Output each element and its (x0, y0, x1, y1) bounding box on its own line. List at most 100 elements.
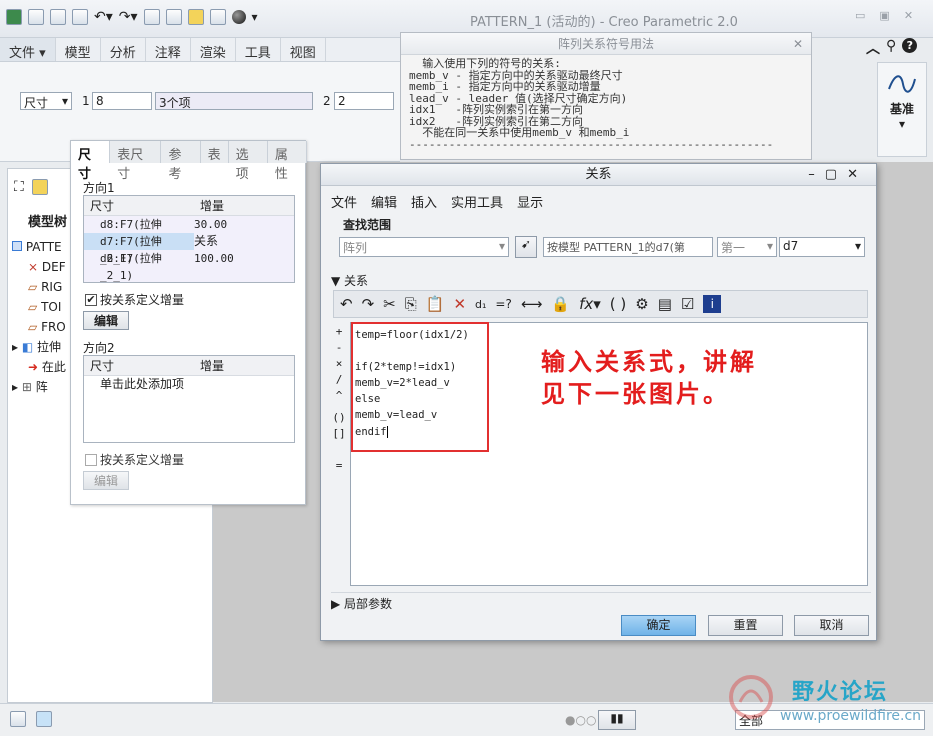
delete-icon[interactable]: ✕ (453, 295, 466, 313)
nth-select[interactable]: 第一 ▾ (717, 237, 777, 257)
tab-options[interactable]: 选项 (229, 141, 268, 182)
maximize-icon[interactable]: ▢ (825, 167, 847, 182)
model-tree-toggle-icon[interactable] (10, 711, 26, 727)
datum-group[interactable]: 基准 ▾ (877, 62, 927, 157)
save-icon[interactable] (72, 9, 88, 25)
direction2-table[interactable]: 尺寸 增量 单击此处添加项 (83, 355, 295, 443)
table-row[interactable]: d8:F7(拉伸_2_1)30.00 (84, 216, 294, 248)
tree-item-top-plane[interactable]: ▱ TOI (12, 297, 66, 317)
parameters-icon[interactable]: ( ) (610, 295, 626, 313)
model-select[interactable]: 按模型 PATTERN_1的d7(第 (543, 237, 713, 257)
copy-icon[interactable]: ⎘ (405, 295, 417, 313)
evaluate-icon[interactable]: =? (495, 297, 511, 311)
menu-render[interactable]: 渲染 (191, 38, 236, 61)
tree-item-root[interactable]: PATTE (12, 237, 66, 257)
tree-item-pattern[interactable]: ▸ ⊞ 阵 (12, 377, 66, 397)
close-icon[interactable]: ✕ (793, 33, 803, 55)
menu-model[interactable]: 模型 (56, 38, 101, 61)
tab-properties[interactable]: 属性 (268, 141, 308, 182)
redo-icon[interactable]: ↷ (362, 295, 375, 313)
measure-icon[interactable] (209, 9, 226, 25)
regenerate-icon[interactable] (143, 9, 160, 25)
menu-annotate[interactable]: 注释 (146, 38, 191, 61)
ok-button[interactable]: 确定 (621, 615, 696, 636)
direction1-items-field[interactable]: 3个项 (155, 92, 313, 110)
minimize-icon[interactable]: – (808, 167, 825, 182)
appearance-icon[interactable] (231, 10, 246, 24)
verify-icon[interactable]: ☑ (681, 295, 694, 313)
cut-icon[interactable]: ✂ (383, 295, 396, 313)
reset-button[interactable]: 重置 (708, 615, 783, 636)
sort-icon[interactable]: ▤ (658, 295, 672, 313)
close-icon[interactable]: ✕ (904, 9, 913, 22)
selection-filter-icon[interactable]: ▮▮ (598, 710, 636, 730)
customize-icon[interactable]: ▾ (252, 10, 258, 24)
tab-tables[interactable]: 表 (201, 141, 229, 163)
switch-dimension-icon[interactable]: d₁ (475, 298, 486, 311)
tree-item-insert-here[interactable]: ➜ 在此 (12, 357, 66, 377)
tree-item-right-plane[interactable]: ▱ RIG (12, 277, 66, 297)
tree-item-csys[interactable]: ⨯ DEF (12, 257, 66, 277)
plus-button[interactable]: + (329, 324, 349, 340)
edit-button[interactable]: 编辑 (83, 311, 129, 330)
function-icon[interactable]: fx▾ (579, 295, 601, 313)
brackets-button[interactable]: [] (329, 426, 349, 442)
tab-table-dimensions[interactable]: 表尺寸 (110, 141, 162, 182)
maximize-icon[interactable]: ▣ (879, 9, 889, 22)
settings-icon[interactable]: ⚙ (635, 295, 648, 313)
tab-dimensions[interactable]: 尺寸 (71, 141, 111, 182)
direction2-count-input[interactable]: 2 (334, 92, 394, 110)
add-item-placeholder[interactable]: 单击此处添加项 (84, 376, 294, 393)
multiply-button[interactable]: × (329, 356, 349, 372)
menu-analysis[interactable]: 分析 (101, 38, 146, 61)
local-parameters-section[interactable]: ▶ 局部参数 (331, 592, 871, 611)
menu-file[interactable]: 文件 ▾ (0, 38, 56, 61)
scope-select[interactable]: 阵列 ▾ (339, 237, 509, 257)
windows-icon[interactable] (165, 9, 182, 25)
model-tree-label[interactable]: 模型树 (28, 211, 67, 230)
dlg-menu-file[interactable]: 文件 (331, 192, 357, 211)
dir1-relation-checkbox[interactable]: ✔ 按关系定义增量 (85, 291, 184, 308)
dlg-menu-utilities[interactable]: 实用工具 (451, 192, 503, 211)
app-icon[interactable] (6, 9, 22, 25)
units-icon[interactable]: ⟷ (521, 295, 543, 313)
divide-button[interactable]: / (329, 372, 349, 388)
browser-toggle-icon[interactable] (36, 711, 52, 727)
tree-item-front-plane[interactable]: ▱ FRO (12, 317, 66, 337)
tree-item-extrude[interactable]: ▸ ◧ 拉伸 (12, 337, 66, 357)
folder-browser-icon[interactable] (31, 179, 48, 195)
info-icon[interactable]: i (703, 295, 722, 313)
dlg-menu-edit[interactable]: 编辑 (371, 192, 397, 211)
lock-icon[interactable]: 🔒 (551, 295, 570, 313)
direction1-count-input[interactable]: 8 (92, 92, 152, 110)
parentheses-button[interactable]: () (329, 410, 349, 426)
undo-icon[interactable]: ↶ (340, 295, 353, 313)
dlg-menu-show[interactable]: 显示 (517, 192, 543, 211)
table-row[interactable]: d6:F7(拉伸_2_1) 100.00 (84, 250, 294, 282)
equals-button[interactable]: = (329, 458, 349, 474)
tab-references[interactable]: 参考 (161, 141, 201, 182)
model-tree-tab-icon[interactable]: ⛶ (14, 179, 24, 195)
collapse-ribbon-icon[interactable]: ︿ (866, 38, 880, 58)
undo-icon[interactable]: ↶▾ (94, 9, 113, 25)
dir2-relation-checkbox[interactable]: 按关系定义增量 (85, 451, 184, 468)
menu-tools[interactable]: 工具 (236, 38, 281, 61)
power-button[interactable]: ^ (329, 388, 349, 404)
menu-view[interactable]: 视图 (281, 38, 326, 61)
close-icon[interactable]: ✕ (847, 167, 868, 182)
search-icon[interactable]: ⚲ (886, 38, 896, 58)
redo-icon[interactable]: ↷▾ (119, 9, 138, 25)
new-file-icon[interactable] (28, 9, 44, 25)
dlg-menu-insert[interactable]: 插入 (411, 192, 437, 211)
minus-button[interactable]: - (329, 340, 349, 356)
paste-icon[interactable]: 📋 (426, 295, 445, 313)
help-icon[interactable]: ? (902, 38, 918, 53)
select-pointer-button[interactable]: ➹ (515, 236, 537, 258)
relations-section-label[interactable]: ▼ 关系 (331, 272, 368, 289)
folder-icon[interactable] (187, 9, 204, 25)
table-row[interactable]: d7:F7(拉伸_2_1) 关系 (84, 233, 294, 265)
minimize-icon[interactable]: ▭ (855, 9, 865, 22)
cancel-button[interactable]: 取消 (794, 615, 869, 636)
dimension-type-select[interactable]: 尺寸 ▾ (20, 92, 72, 110)
dimension-select[interactable]: d7 ▾ (779, 237, 865, 257)
